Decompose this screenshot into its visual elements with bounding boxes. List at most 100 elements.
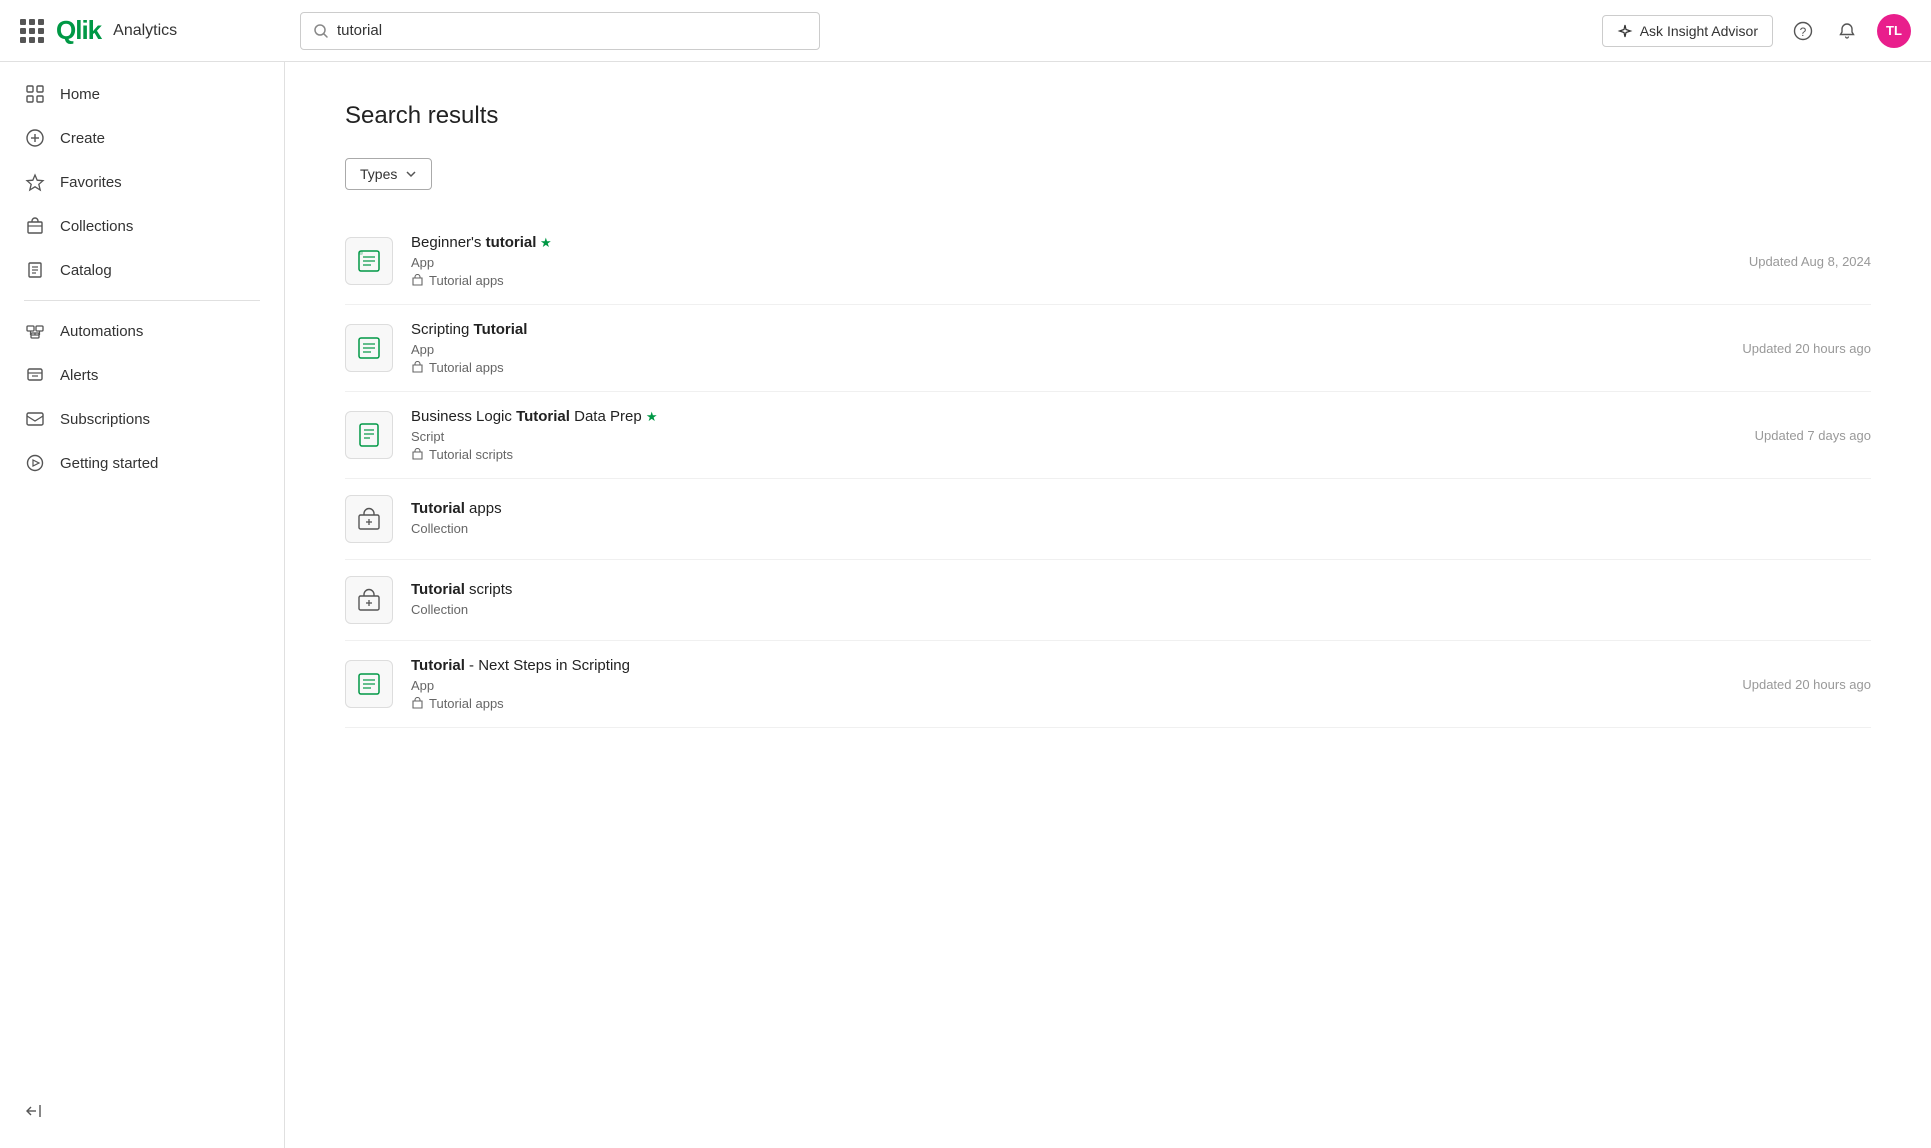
collection-icon6 [411,697,424,710]
sidebar-item-alerts-label: Alerts [60,367,98,384]
sidebar-item-automations[interactable]: Automations [0,309,284,353]
result-type6: App [411,678,1704,693]
result-name-after3: Data Prep [570,408,646,425]
sidebar-item-favorites-label: Favorites [60,174,122,191]
result-type5: Collection [411,602,1871,617]
result-name-highlight6: Tutorial [411,657,465,674]
result-icon-app [345,237,393,285]
sparkle-icon [1617,23,1633,39]
result-type: App [411,255,1711,270]
topbar-right: Ask Insight Advisor ? TL [1602,14,1911,48]
result-item-next-steps[interactable]: Tutorial - Next Steps in Scripting App T… [345,641,1871,728]
sidebar-item-home-label: Home [60,86,100,103]
result-name-after4: apps [465,500,502,517]
result-name-after5: scripts [465,581,513,598]
sidebar-item-collections-label: Collections [60,218,133,235]
home-icon [24,83,46,105]
result-updated6: Updated 20 hours ago [1722,677,1871,692]
sidebar: Home Create Favorites [0,62,285,1148]
result-item-business-logic[interactable]: Business Logic Tutorial Data Prep ★ Scri… [345,392,1871,479]
result-collection-name3: Tutorial scripts [429,447,513,462]
chevron-down-icon [405,168,417,180]
result-name-highlight: tutorial [486,234,537,251]
sidebar-divider [24,300,260,301]
result-info6: Tutorial - Next Steps in Scripting App T… [411,657,1704,711]
result-name5: Tutorial scripts [411,581,1871,598]
result-collection2: Tutorial apps [411,360,1704,375]
result-icon-script [345,411,393,459]
notifications-button[interactable] [1833,17,1861,45]
collection-icon2 [411,361,424,374]
result-name6: Tutorial - Next Steps in Scripting [411,657,1704,674]
result-type4: Collection [411,521,1871,536]
result-collection-name2: Tutorial apps [429,360,504,375]
result-icon-app3 [345,660,393,708]
sidebar-item-catalog[interactable]: Catalog [0,248,284,292]
result-star: ★ [536,235,551,250]
result-name-highlight2: Tutorial [474,321,528,338]
result-type3: Script [411,429,1717,444]
help-button[interactable]: ? [1789,17,1817,45]
result-name-before: Beginner's [411,234,486,251]
sidebar-item-catalog-label: Catalog [60,262,112,279]
result-name-highlight5: Tutorial [411,581,465,598]
collapse-sidebar-button[interactable] [0,1090,284,1132]
result-item-scripting-tutorial[interactable]: Scripting Tutorial App Tutorial apps Upd… [345,305,1871,392]
result-info5: Tutorial scripts Collection [411,581,1871,620]
collection-icon3 [411,448,424,461]
result-icon-collection [345,495,393,543]
result-updated2: Updated 20 hours ago [1722,341,1871,356]
alerts-icon [24,364,46,386]
automations-icon [24,320,46,342]
search-bar[interactable] [300,12,820,50]
search-input[interactable] [337,22,807,39]
insight-advisor-button[interactable]: Ask Insight Advisor [1602,15,1773,47]
grid-menu-icon[interactable] [20,19,44,43]
result-collection3: Tutorial scripts [411,447,1717,462]
insight-advisor-label: Ask Insight Advisor [1640,23,1758,39]
result-collection-name6: Tutorial apps [429,696,504,711]
collections-icon [24,215,46,237]
result-info: Beginner's tutorial ★ App Tutorial apps [411,234,1711,288]
topbar-left: Qlik Analytics [20,15,300,46]
result-item-beginners-tutorial[interactable]: Beginner's tutorial ★ App Tutorial apps … [345,218,1871,305]
page-title: Search results [345,102,1871,130]
favorites-icon [24,171,46,193]
sidebar-item-alerts[interactable]: Alerts [0,353,284,397]
avatar[interactable]: TL [1877,14,1911,48]
result-item-tutorial-apps[interactable]: Tutorial apps Collection [345,479,1871,560]
sidebar-item-home[interactable]: Home [0,72,284,116]
search-icon [313,23,329,39]
sidebar-item-create[interactable]: Create [0,116,284,160]
results-list: Beginner's tutorial ★ App Tutorial apps … [345,218,1871,728]
sidebar-item-collections[interactable]: Collections [0,204,284,248]
sidebar-item-subscriptions-label: Subscriptions [60,411,150,428]
result-name4: Tutorial apps [411,500,1871,517]
result-name: Beginner's tutorial ★ [411,234,1711,251]
sidebar-item-favorites[interactable]: Favorites [0,160,284,204]
types-filter-label: Types [360,166,397,182]
app-title: Analytics [113,22,177,40]
result-info3: Business Logic Tutorial Data Prep ★ Scri… [411,408,1717,462]
types-filter-button[interactable]: Types [345,158,432,190]
result-collection-name: Tutorial apps [429,273,504,288]
topbar: Qlik Analytics Ask Insight Advisor ? [0,0,1931,62]
result-name-before3: Business Logic [411,408,516,425]
result-icon-app2 [345,324,393,372]
result-name-before2: Scripting [411,321,474,338]
getting-started-icon [24,452,46,474]
result-name-highlight3: Tutorial [516,408,570,425]
result-updated: Updated Aug 8, 2024 [1729,254,1871,269]
sidebar-item-subscriptions[interactable]: Subscriptions [0,397,284,441]
sidebar-item-create-label: Create [60,130,105,147]
result-name2: Scripting Tutorial [411,321,1704,338]
sidebar-item-getting-started[interactable]: Getting started [0,441,284,485]
result-name-highlight4: Tutorial [411,500,465,517]
sidebar-item-getting-started-label: Getting started [60,455,158,472]
result-item-tutorial-scripts[interactable]: Tutorial scripts Collection [345,560,1871,641]
main-layout: Home Create Favorites [0,62,1931,1148]
result-icon-collection2 [345,576,393,624]
result-type2: App [411,342,1704,357]
result-collection: Tutorial apps [411,273,1711,288]
result-star3: ★ [646,409,658,424]
